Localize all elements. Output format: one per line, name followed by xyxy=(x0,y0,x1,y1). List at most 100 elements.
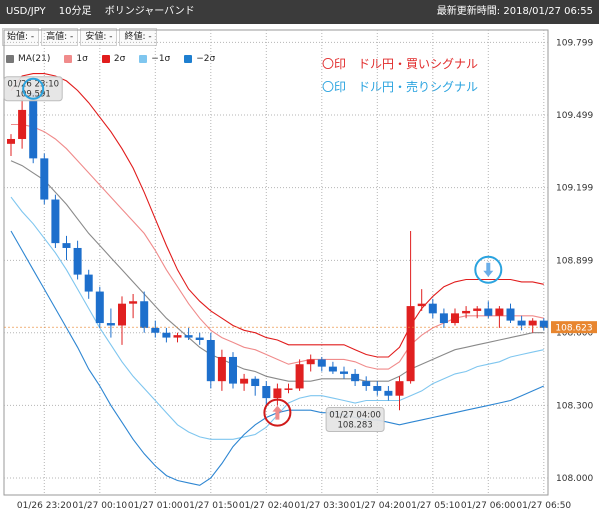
candle-body xyxy=(106,323,115,326)
candle-body xyxy=(173,335,182,338)
candle xyxy=(451,308,459,326)
sell-signal-marker xyxy=(474,255,503,284)
candle xyxy=(84,269,93,299)
candle xyxy=(506,303,515,324)
candle-body xyxy=(62,243,71,248)
x-tick-label: 01/27 02:40 xyxy=(239,501,294,511)
candle xyxy=(439,308,448,328)
candle xyxy=(484,301,493,319)
candle xyxy=(206,332,215,389)
candle xyxy=(51,194,60,248)
candle-body xyxy=(484,308,493,316)
candle xyxy=(162,327,171,343)
candle xyxy=(384,386,393,401)
y-tick-label: 108.300 xyxy=(556,401,593,411)
candle xyxy=(40,153,49,205)
candle-body xyxy=(217,356,226,382)
candle-body xyxy=(273,388,282,399)
candle xyxy=(362,376,371,391)
candle xyxy=(539,318,548,331)
candle xyxy=(395,376,404,411)
candle xyxy=(73,240,82,280)
candle xyxy=(118,296,126,345)
x-tick-label: 01/26 23:20 xyxy=(17,501,72,511)
candle-body xyxy=(362,381,371,387)
candle-body xyxy=(528,320,537,326)
candle-body xyxy=(184,335,193,338)
candle xyxy=(295,359,304,391)
candle-body xyxy=(384,390,393,396)
moving-average-line xyxy=(10,160,544,382)
candle xyxy=(173,332,182,343)
candle-body xyxy=(406,306,415,382)
candle-body xyxy=(51,199,60,244)
callout-text: 108.283 xyxy=(338,421,373,431)
candle-body xyxy=(18,109,27,139)
candle-body xyxy=(428,303,437,314)
candle xyxy=(351,369,360,387)
candle-body xyxy=(439,313,448,324)
x-tick-label: 01/27 06:50 xyxy=(516,501,571,511)
candle xyxy=(417,289,426,311)
candle-body xyxy=(517,320,526,326)
candle-body xyxy=(340,371,348,374)
candle-body xyxy=(206,340,215,382)
candle xyxy=(7,134,15,156)
candle xyxy=(184,327,193,340)
candle-body xyxy=(29,92,38,159)
candle xyxy=(517,315,526,331)
candle-body xyxy=(306,359,315,365)
candle-body xyxy=(539,320,548,328)
candle xyxy=(129,293,138,319)
candle-body xyxy=(7,138,15,144)
callout-text: 01/27 04:00 xyxy=(329,411,381,421)
candle-body xyxy=(317,359,326,367)
candle-body xyxy=(151,327,160,333)
high-callout: 01/26 23:10109.591 xyxy=(3,76,63,102)
x-tick-label: 01/27 05:10 xyxy=(405,501,460,511)
candle-body xyxy=(129,301,138,304)
candle-body xyxy=(40,158,49,200)
candle xyxy=(106,308,115,338)
candle xyxy=(284,383,293,394)
candle-body xyxy=(84,274,93,292)
candle xyxy=(195,332,204,345)
candle-body xyxy=(295,364,304,389)
candle-body xyxy=(451,313,459,324)
candle xyxy=(340,366,348,379)
candle-body xyxy=(229,356,237,384)
candle xyxy=(495,306,504,328)
candle xyxy=(240,373,249,391)
candle-body xyxy=(162,332,171,338)
x-tick-label: 01/27 03:30 xyxy=(294,501,349,511)
candle xyxy=(151,320,160,338)
candle-body xyxy=(395,381,404,396)
candle-body xyxy=(118,303,126,326)
candle xyxy=(406,231,415,384)
candle xyxy=(18,95,27,149)
candle xyxy=(428,298,437,319)
candle xyxy=(251,376,260,396)
y-tick-label: 109.799 xyxy=(556,38,593,48)
bollinger-chart[interactable]: 01/26 23:20 01/27 00:10 01/27 01:00 01/27 0… xyxy=(0,0,599,511)
callout-text: 01/26 23:10 xyxy=(7,80,59,90)
arrow-down-icon xyxy=(483,262,494,277)
candle xyxy=(306,354,315,372)
candle xyxy=(62,235,71,261)
candle-body xyxy=(351,373,360,382)
candle xyxy=(29,92,38,164)
candle-body xyxy=(284,388,293,390)
band-plus2-line xyxy=(10,73,544,358)
candle xyxy=(528,318,537,333)
candle xyxy=(229,352,237,389)
band-minus2-line xyxy=(10,230,545,486)
candle-body xyxy=(73,247,82,275)
candle-body xyxy=(240,378,249,384)
candle xyxy=(328,361,337,374)
candle-body xyxy=(495,308,504,316)
candle xyxy=(217,349,226,391)
candle-body xyxy=(506,308,515,321)
candle-body xyxy=(473,308,482,311)
candle-body xyxy=(140,301,149,328)
x-tick-label: 01/27 06:00 xyxy=(461,501,516,511)
